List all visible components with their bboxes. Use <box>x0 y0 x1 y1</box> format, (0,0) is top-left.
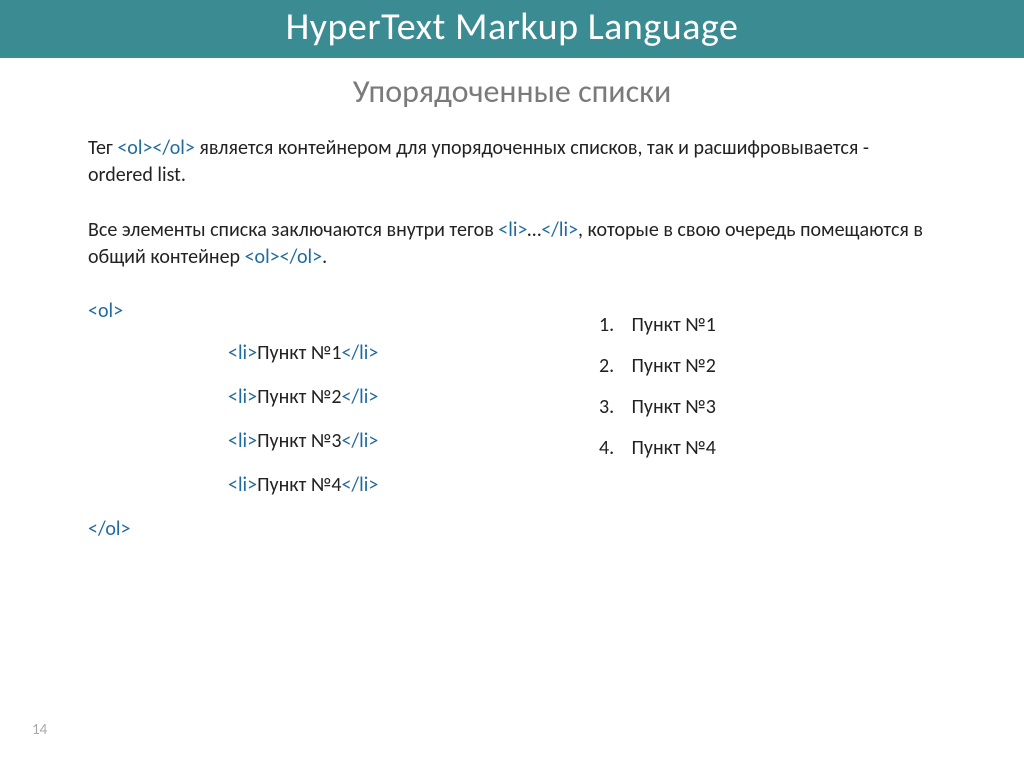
code-block: <ol> <li>Пункт №1</li> <li>Пункт №2</li>… <box>88 299 529 541</box>
output-text-2: Пункт №2 <box>631 354 715 378</box>
code-li-2: <li>Пункт №2</li> <box>228 385 529 409</box>
output-text-1: Пункт №1 <box>631 313 715 337</box>
para2-p3: . <box>322 245 327 269</box>
code-item-1: Пункт №1 <box>257 341 341 365</box>
code-li-3: <li>Пункт №3</li> <box>228 429 529 453</box>
output-num-3: 3. <box>599 395 627 419</box>
code-li-open-1: <li> <box>228 341 257 365</box>
code-ol-open: <ol> <box>88 299 529 323</box>
slide-title: HyperText Markup Language <box>286 4 739 50</box>
output-item-3: 3. Пункт №3 <box>599 395 936 419</box>
output-item-2: 2. Пункт №2 <box>599 354 936 378</box>
page-number: 14 <box>32 721 47 739</box>
code-item-4: Пункт №4 <box>257 473 341 497</box>
para1-prefix: Тег <box>88 136 117 160</box>
para2-tag1: <li> <box>498 218 527 242</box>
output-num-2: 2. <box>599 354 627 378</box>
output-item-1: 1. Пункт №1 <box>599 313 936 337</box>
code-li-1: <li>Пункт №1</li> <box>228 341 529 365</box>
code-item-2: Пункт №2 <box>257 385 341 409</box>
paragraph-2: Все элементы списка заключаются внутри т… <box>88 217 936 271</box>
para2-p1: Все элементы списка заключаются внутри т… <box>88 218 498 242</box>
code-li-open-3: <li> <box>228 429 257 453</box>
output-block: 1. Пункт №1 2. Пункт №2 3. Пункт №3 4. П… <box>529 299 936 541</box>
code-ol-close: </ol> <box>88 517 529 541</box>
code-li-open-4: <li> <box>228 473 257 497</box>
code-item-3: Пункт №3 <box>257 429 341 453</box>
slide-subtitle: Упорядоченные списки <box>0 72 1024 111</box>
paragraph-1: Тег <ol></ol> является контейнером для у… <box>88 135 936 189</box>
output-text-4: Пункт №4 <box>631 436 715 460</box>
code-li-4: <li>Пункт №4</li> <box>228 473 529 497</box>
para2-tag3: <ol></ol> <box>245 245 323 269</box>
para2-tag2: </li> <box>541 218 578 242</box>
output-num-1: 1. <box>599 313 627 337</box>
code-li-close-1: </li> <box>341 341 378 365</box>
code-li-open-2: <li> <box>228 385 257 409</box>
output-text-3: Пункт №3 <box>631 395 715 419</box>
code-li-close-3: </li> <box>341 429 378 453</box>
output-item-4: 4. Пункт №4 <box>599 436 936 460</box>
slide-content: Тег <ol></ol> является контейнером для у… <box>0 135 1024 541</box>
output-num-4: 4. <box>599 436 627 460</box>
para2-mid: … <box>527 218 541 242</box>
code-example-section: <ol> <li>Пункт №1</li> <li>Пункт №2</li>… <box>88 299 936 541</box>
para1-rest: является контейнером для упорядоченных с… <box>88 136 869 187</box>
code-li-close-4: </li> <box>341 473 378 497</box>
code-li-close-2: </li> <box>341 385 378 409</box>
para1-tag: <ol></ol> <box>117 136 195 160</box>
slide-header: HyperText Markup Language <box>0 0 1024 58</box>
